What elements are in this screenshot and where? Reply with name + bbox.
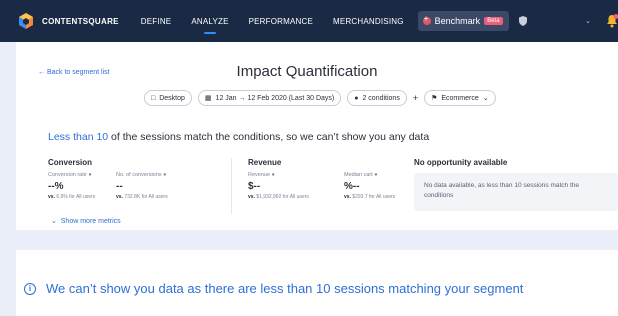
metric-comparison: vs. $1,932,992 for All users bbox=[248, 194, 332, 201]
device-filter-chip[interactable]: □ Desktop bbox=[144, 90, 192, 106]
revenue-metric: Revenue ● $-- vs. $1,932,992 for All use… bbox=[248, 167, 332, 201]
info-banner: i We can’t show you data as there are le… bbox=[24, 281, 523, 296]
no-data-warning: Less than 10 of the sessions match the c… bbox=[48, 131, 429, 143]
metric-label: Conversion rate ● bbox=[48, 172, 92, 178]
conditions-chip[interactable]: ● 2 conditions bbox=[347, 90, 407, 106]
notification-bell-icon[interactable] bbox=[606, 14, 618, 28]
contentsquare-logo-icon[interactable] bbox=[18, 13, 34, 29]
metric-value: --% bbox=[48, 181, 64, 192]
conditions-label: 2 conditions bbox=[362, 94, 400, 102]
page-title: Impact Quantification bbox=[236, 63, 378, 80]
conversions-count-metric: No. of conversions ● -- vs. 732.8K for A… bbox=[116, 167, 206, 201]
ecommerce-label: Ecommerce bbox=[441, 94, 479, 102]
conversion-rate-metric: Conversion rate ● --% vs. 6.9% for All u… bbox=[48, 167, 104, 201]
filter-bar: □ Desktop ▦ 12 Jan → 12 Feb 2020 (Last 3… bbox=[144, 90, 502, 106]
metric-comparison-prefix: vs. bbox=[344, 194, 351, 200]
add-filter-button[interactable]: + bbox=[413, 93, 418, 103]
metric-comparison-value: 6.9% for All users bbox=[54, 194, 96, 200]
nav-define[interactable]: DEFINE bbox=[141, 0, 172, 42]
metric-comparison-value: $293.7 for All users bbox=[350, 194, 396, 200]
chevron-down-icon: ⌄ bbox=[482, 95, 489, 102]
opportunity-title: No opportunity available bbox=[414, 158, 508, 167]
top-navigation: CONTENTSQUARE DEFINE ANALYZE PERFORMANCE… bbox=[0, 0, 618, 42]
revenue-section: Revenue Revenue ● $-- vs. $1,932,992 for… bbox=[248, 158, 424, 201]
flag-icon: ⚑ bbox=[431, 95, 438, 102]
monitor-icon: □ bbox=[151, 94, 156, 102]
metric-value: -- bbox=[116, 181, 123, 192]
info-icon: i bbox=[24, 282, 36, 295]
metric-comparison-prefix: vs. bbox=[48, 194, 55, 200]
revenue-metrics: Revenue ● $-- vs. $1,932,992 for All use… bbox=[248, 167, 424, 201]
section-divider bbox=[231, 158, 232, 214]
metric-comparison-prefix: vs. bbox=[248, 194, 255, 200]
median-cart-metric: Median cart ● %-- vs. $293.7 for All use… bbox=[344, 167, 424, 201]
conversion-section: Conversion Conversion rate ● --% vs. 6.9… bbox=[48, 158, 206, 201]
metric-value: %-- bbox=[344, 181, 360, 192]
metric-comparison-value: 732.8K for All users bbox=[122, 194, 168, 200]
show-more-metrics-link[interactable]: ⌄ Show more metrics bbox=[51, 217, 121, 225]
nav-performance[interactable]: PERFORMANCE bbox=[249, 0, 313, 42]
revenue-title: Revenue bbox=[248, 158, 282, 167]
conversion-metrics: Conversion rate ● --% vs. 6.9% for All u… bbox=[48, 167, 206, 201]
chevron-down-icon[interactable]: ⌄ bbox=[585, 17, 591, 25]
benchmark-button[interactable]: Benchmark Beta bbox=[417, 11, 509, 31]
warning-highlight: Less than 10 bbox=[48, 131, 109, 143]
no-opportunity-message: No data available, as less than 10 sessi… bbox=[414, 173, 618, 211]
brand-name: CONTENTSQUARE bbox=[42, 16, 119, 26]
metric-label: Revenue ● bbox=[248, 172, 275, 178]
impact-quantification-card: ← Back to segment list Impact Quantifica… bbox=[16, 42, 618, 230]
conversion-title: Conversion bbox=[48, 158, 93, 167]
calendar-icon: ▦ bbox=[204, 95, 212, 102]
metric-comparison: vs. $293.7 for All users bbox=[344, 194, 424, 201]
metric-comparison: vs. 732.8K for All users bbox=[116, 194, 206, 201]
device-filter-label: Desktop bbox=[159, 94, 185, 102]
metric-label: No. of conversions ● bbox=[116, 172, 167, 178]
benchmark-icon bbox=[422, 14, 431, 25]
metric-label: Median cart ● bbox=[344, 172, 378, 178]
date-range-chip[interactable]: ▦ 12 Jan → 12 Feb 2020 (Last 30 Days) bbox=[197, 90, 342, 106]
show-more-label: Show more metrics bbox=[60, 218, 121, 225]
date-range-label: 12 Jan → 12 Feb 2020 (Last 30 Days) bbox=[215, 94, 335, 102]
beta-badge: Beta bbox=[484, 17, 503, 25]
ecommerce-chip[interactable]: ⚑ Ecommerce ⌄ bbox=[424, 90, 496, 106]
warning-text: of the sessions match the conditions, so… bbox=[108, 131, 430, 143]
metric-comparison-prefix: vs. bbox=[116, 194, 123, 200]
metric-value: $-- bbox=[248, 181, 261, 192]
chevron-down-icon: ⌄ bbox=[51, 218, 57, 225]
users-icon: ● bbox=[354, 94, 359, 102]
info-banner-text: We can’t show you data as there are less… bbox=[46, 281, 524, 296]
benchmark-label: Benchmark bbox=[434, 16, 481, 26]
metric-comparison-value: $1,932,992 for All users bbox=[254, 194, 309, 200]
shield-icon[interactable] bbox=[518, 16, 527, 26]
metric-comparison: vs. 6.9% for All users bbox=[48, 194, 104, 201]
nav-analyze[interactable]: ANALYZE bbox=[191, 0, 228, 42]
nav-merchandising[interactable]: MERCHANDISING bbox=[333, 0, 404, 42]
